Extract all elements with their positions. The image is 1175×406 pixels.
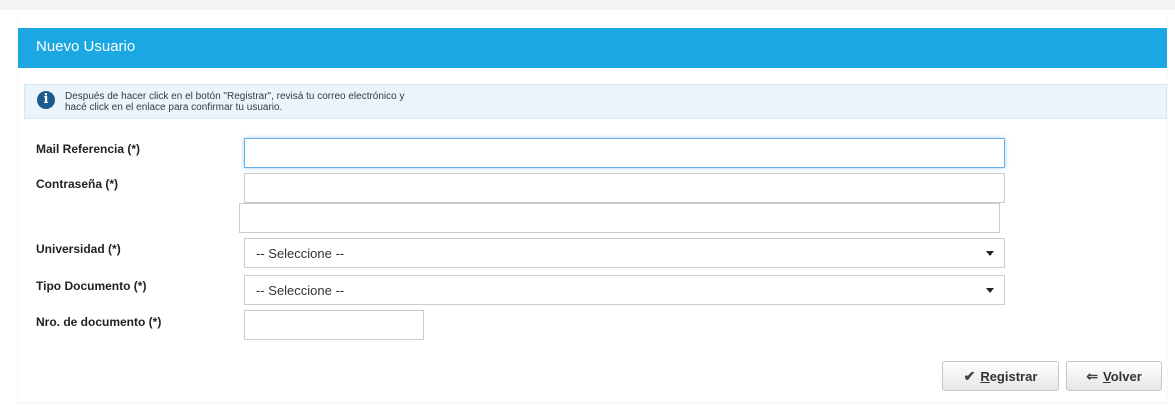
back-label: Volver (1102, 368, 1142, 384)
back-button[interactable]: ⇐ Volver (1066, 361, 1162, 391)
university-select[interactable]: -- Seleccione -- (244, 238, 1005, 268)
doc-type-label: Tipo Documento (*) (36, 279, 147, 293)
chevron-down-icon (986, 288, 994, 293)
chevron-down-icon (986, 251, 994, 256)
arrow-left-icon: ⇐ (1086, 367, 1098, 384)
password-confirm-input[interactable] (239, 203, 1000, 233)
mail-label: Mail Referencia (*) (36, 142, 141, 156)
info-message: i Después de hacer click en el botón "Re… (24, 84, 1167, 119)
register-label: Registrar (980, 368, 1038, 384)
password-label: Contraseña (*) (36, 177, 119, 191)
register-button[interactable]: ✔ Registrar (942, 361, 1059, 391)
doc-number-input[interactable] (244, 310, 424, 340)
doc-type-select[interactable]: -- Seleccione -- (244, 275, 1005, 305)
page-top-strip (0, 0, 1175, 10)
info-line-1: Después de hacer click en el botón "Regi… (65, 91, 405, 102)
doc-number-label: Nro. de documento (*) (36, 315, 162, 329)
university-label: Universidad (*) (36, 242, 121, 256)
doc-type-select-value: -- Seleccione -- (256, 283, 345, 298)
mail-input[interactable] (244, 138, 1005, 168)
check-icon: ✔ (963, 367, 976, 384)
panel-title: Nuevo Usuario (36, 38, 136, 55)
panel-header: Nuevo Usuario (18, 28, 1167, 68)
university-select-value: -- Seleccione -- (256, 246, 345, 261)
info-text: Después de hacer click en el botón "Regi… (65, 91, 565, 113)
info-line-2: hacé click en el enlace para confirmar t… (65, 102, 283, 113)
password-input[interactable] (244, 173, 1005, 203)
info-icon: i (37, 91, 55, 109)
